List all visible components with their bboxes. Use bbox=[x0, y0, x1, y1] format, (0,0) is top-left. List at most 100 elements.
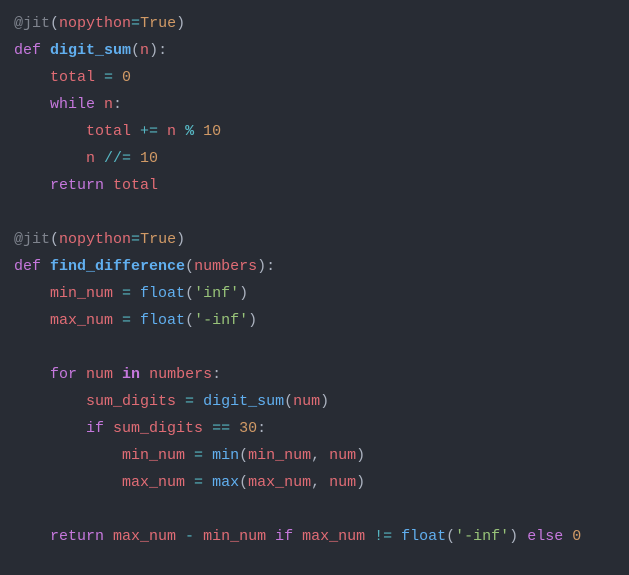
code-token: nopython bbox=[59, 231, 131, 248]
code-token: ( bbox=[284, 393, 293, 410]
code-token: True bbox=[140, 231, 176, 248]
code-token: ) bbox=[248, 312, 257, 329]
code-token: while bbox=[50, 96, 104, 113]
code-token: float bbox=[140, 312, 185, 329]
code-token: num bbox=[293, 393, 320, 410]
code-token: total bbox=[86, 123, 140, 140]
code-token: = bbox=[194, 447, 212, 464]
code-token: % bbox=[185, 123, 203, 140]
code-token: numbers bbox=[149, 366, 212, 383]
code-token: ( bbox=[185, 312, 194, 329]
code-token: ) bbox=[257, 258, 266, 275]
code-token: in bbox=[122, 366, 149, 383]
code-token: num bbox=[86, 366, 122, 383]
code-token: , bbox=[311, 474, 329, 491]
code-token: == bbox=[212, 420, 239, 437]
code-token: ) bbox=[320, 393, 329, 410]
code-token bbox=[14, 177, 50, 194]
code-token: digit_sum bbox=[50, 42, 131, 59]
code-token: ) bbox=[356, 447, 365, 464]
code-token: = bbox=[104, 69, 122, 86]
code-token: ( bbox=[50, 15, 59, 32]
code-token: max bbox=[212, 474, 239, 491]
code-token: 0 bbox=[572, 528, 581, 545]
code-token: find_difference bbox=[50, 258, 185, 275]
code-token bbox=[14, 150, 86, 167]
code-editor[interactable]: @jit(nopython=True) def digit_sum(n): to… bbox=[0, 0, 629, 560]
code-token: num bbox=[329, 474, 356, 491]
code-token bbox=[14, 528, 50, 545]
code-token: for bbox=[50, 366, 86, 383]
code-token: ( bbox=[131, 42, 140, 59]
code-token: min_num bbox=[122, 447, 194, 464]
code-token bbox=[14, 474, 122, 491]
code-token: : bbox=[257, 420, 266, 437]
code-token: ( bbox=[50, 231, 59, 248]
code-token: += bbox=[140, 123, 167, 140]
code-token bbox=[14, 366, 50, 383]
code-token bbox=[14, 123, 86, 140]
code-token: sum_digits bbox=[86, 393, 185, 410]
code-token: n bbox=[104, 96, 113, 113]
code-token: = bbox=[131, 231, 140, 248]
code-token: n bbox=[140, 42, 149, 59]
code-token: min_num bbox=[50, 285, 122, 302]
code-token: if bbox=[86, 420, 113, 437]
code-token bbox=[14, 312, 50, 329]
code-token: min bbox=[212, 447, 239, 464]
code-token: 0 bbox=[122, 69, 131, 86]
code-token: '-inf' bbox=[455, 528, 509, 545]
code-token: min_num bbox=[203, 528, 275, 545]
code-token: = bbox=[194, 474, 212, 491]
code-token: : bbox=[266, 258, 275, 275]
code-token: max_num bbox=[248, 474, 311, 491]
code-token: @jit bbox=[14, 15, 50, 32]
code-token: ( bbox=[185, 258, 194, 275]
code-token bbox=[14, 420, 86, 437]
code-token: else bbox=[527, 528, 572, 545]
code-token: - bbox=[185, 528, 203, 545]
code-token: : bbox=[158, 42, 167, 59]
code-token: if bbox=[275, 528, 302, 545]
code-token bbox=[14, 447, 122, 464]
code-token: ) bbox=[356, 474, 365, 491]
code-token: max_num bbox=[122, 474, 194, 491]
code-token: True bbox=[140, 15, 176, 32]
code-token: ) bbox=[149, 42, 158, 59]
code-token: float bbox=[401, 528, 446, 545]
code-token: ( bbox=[185, 285, 194, 302]
code-token: = bbox=[122, 312, 140, 329]
code-token: digit_sum bbox=[203, 393, 284, 410]
code-token: = bbox=[131, 15, 140, 32]
code-token: ) bbox=[176, 231, 185, 248]
code-token: //= bbox=[104, 150, 140, 167]
code-token bbox=[14, 96, 50, 113]
code-token: sum_digits bbox=[113, 420, 212, 437]
code-token: = bbox=[122, 285, 140, 302]
code-token bbox=[14, 393, 86, 410]
code-token: n bbox=[86, 150, 104, 167]
code-token: max_num bbox=[50, 312, 122, 329]
code-token: , bbox=[311, 447, 329, 464]
code-token: 10 bbox=[140, 150, 158, 167]
code-token: 10 bbox=[203, 123, 221, 140]
code-token: = bbox=[185, 393, 203, 410]
code-token: num bbox=[329, 447, 356, 464]
code-token: def bbox=[14, 258, 50, 275]
code-token: ( bbox=[239, 474, 248, 491]
code-token: ( bbox=[446, 528, 455, 545]
code-token: n bbox=[167, 123, 185, 140]
code-token: 'inf' bbox=[194, 285, 239, 302]
code-token: ) bbox=[176, 15, 185, 32]
code-token bbox=[14, 69, 50, 86]
code-token: numbers bbox=[194, 258, 257, 275]
code-token: '-inf' bbox=[194, 312, 248, 329]
code-block: @jit(nopython=True) def digit_sum(n): to… bbox=[14, 10, 615, 550]
code-token: float bbox=[140, 285, 185, 302]
code-token: @jit bbox=[14, 231, 50, 248]
code-token: : bbox=[212, 366, 221, 383]
code-token bbox=[14, 285, 50, 302]
code-token: return bbox=[50, 528, 113, 545]
code-token: total bbox=[113, 177, 158, 194]
code-token: : bbox=[113, 96, 122, 113]
